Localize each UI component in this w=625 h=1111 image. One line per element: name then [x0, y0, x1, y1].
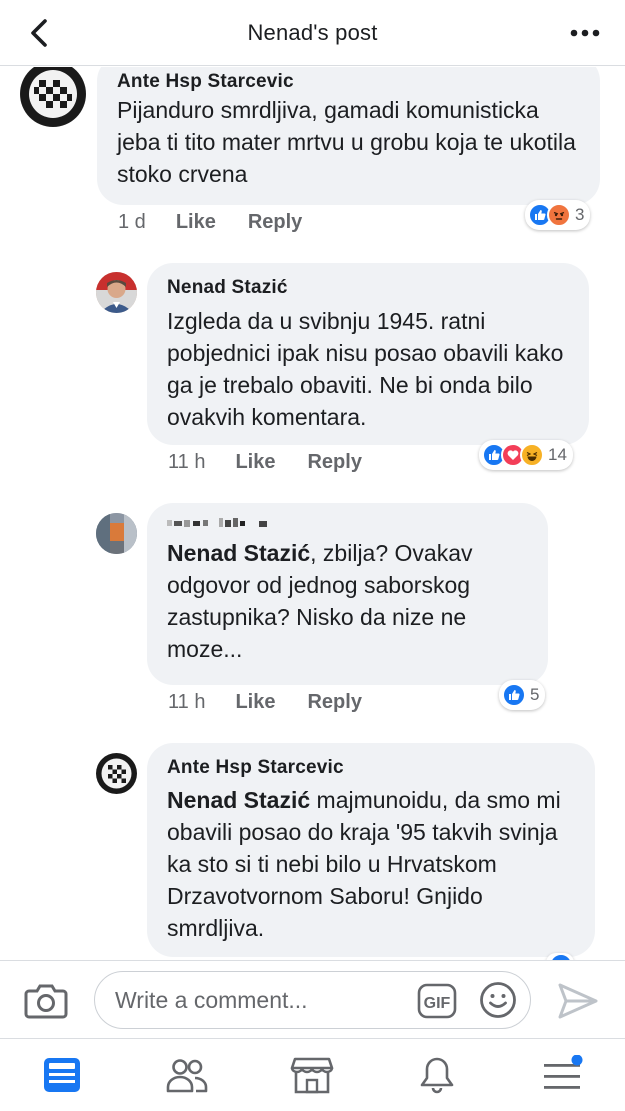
- comment-time: 11 h: [168, 451, 206, 473]
- menu-icon: [544, 1055, 583, 1089]
- avatar[interactable]: [96, 753, 137, 794]
- comment-text: Nenad Stazić majmunoidu, da smo mi obavi…: [167, 784, 581, 944]
- emoji-icon: [480, 982, 516, 1018]
- comment-time: 1 d: [118, 211, 146, 233]
- reaction-summary-partial[interactable]: [546, 953, 574, 960]
- nav-friends[interactable]: [162, 1053, 212, 1097]
- blurred-profile-photo-icon: [96, 513, 137, 554]
- comment-bubble[interactable]: Nenad Stazić Izgleda da u svibnju 1945. …: [147, 263, 589, 445]
- comment-text: Nenad Stazić, zbilja? Ovakav odgovor od …: [167, 537, 537, 665]
- camera-icon: [24, 984, 68, 1019]
- comment-author[interactable]: Ante Hsp Starcevic: [117, 70, 580, 94]
- comment-bubble[interactable]: Ante Hsp Starcevic Nenad Stazić majmunoi…: [147, 743, 595, 957]
- news-feed-icon: [44, 1058, 80, 1092]
- nav-notifications[interactable]: [412, 1053, 462, 1097]
- bottom-navigation: [0, 1038, 625, 1111]
- comment-author[interactable]: Nenad Stazić: [167, 276, 569, 300]
- nav-menu[interactable]: [537, 1053, 587, 1097]
- avatar[interactable]: [96, 513, 137, 554]
- club-logo-icon: [21, 67, 85, 126]
- like-button[interactable]: Like: [235, 691, 275, 714]
- gif-button[interactable]: GIF: [417, 983, 457, 1019]
- top-bar: Nenad's post: [0, 0, 625, 66]
- notifications-icon: [420, 1057, 454, 1094]
- profile-photo-icon: [96, 272, 137, 313]
- comment-actions: 1 d Like Reply: [118, 211, 302, 234]
- like-button[interactable]: Like: [235, 451, 275, 474]
- blurred-name-icon: [167, 518, 267, 527]
- emoji-button[interactable]: [479, 981, 517, 1019]
- comments-list: Ante Hsp Starcevic Pijanduro smrdljiva, …: [0, 67, 625, 960]
- menu-notification-dot: [571, 1055, 583, 1066]
- comment-bubble[interactable]: Ante Hsp Starcevic Pijanduro smrdljiva, …: [97, 67, 600, 205]
- nav-news-feed[interactable]: [37, 1053, 87, 1097]
- reaction-count: 3: [575, 205, 585, 224]
- nav-marketplace[interactable]: [287, 1053, 337, 1097]
- comment-actions: 11 h Like Reply: [168, 451, 362, 474]
- marketplace-icon: [290, 1057, 334, 1094]
- gif-label: GIF: [424, 995, 451, 1012]
- comment-text: Pijanduro smrdljiva, gamadi komunisticka…: [117, 97, 576, 187]
- mention-link[interactable]: Nenad Stazić: [167, 540, 310, 566]
- comment-author[interactable]: Ante Hsp Starcevic: [167, 756, 575, 780]
- blurred-author-name: [167, 513, 528, 533]
- club-logo-icon: [96, 753, 137, 794]
- reply-button[interactable]: Reply: [248, 211, 302, 234]
- reaction-summary[interactable]: 14: [479, 440, 573, 470]
- reaction-summary[interactable]: 3: [525, 200, 591, 230]
- comment-actions: 11 h Like Reply: [168, 691, 362, 714]
- avatar[interactable]: [96, 272, 137, 313]
- like-reaction-icon: [502, 683, 526, 707]
- comment-input[interactable]: [115, 984, 415, 1016]
- reaction-summary[interactable]: 5: [499, 680, 546, 710]
- reaction-count: 14: [548, 445, 567, 464]
- send-icon: [558, 983, 598, 1019]
- comment-time: 11 h: [168, 691, 206, 713]
- page-title: Nenad's post: [247, 20, 378, 45]
- avatar[interactable]: [20, 67, 86, 127]
- more-options-button[interactable]: [565, 20, 605, 46]
- gif-icon: GIF: [417, 983, 457, 1019]
- mention-link[interactable]: Nenad Stazić: [167, 787, 310, 813]
- like-button[interactable]: Like: [176, 211, 216, 234]
- reply-button[interactable]: Reply: [307, 451, 361, 474]
- comment-composer: GIF: [0, 960, 625, 1038]
- camera-button[interactable]: [24, 981, 68, 1021]
- more-dots-icon: [570, 29, 600, 37]
- reply-button[interactable]: Reply: [307, 691, 361, 714]
- comment-box[interactable]: GIF: [94, 971, 531, 1029]
- friends-icon: [166, 1059, 208, 1093]
- reaction-count: 5: [530, 685, 540, 704]
- haha-reaction-icon: [520, 443, 544, 467]
- send-button[interactable]: [556, 981, 600, 1021]
- comment-text: Izgleda da u svibnju 1945. ratni pobjedn…: [167, 308, 564, 430]
- angry-reaction-icon: [547, 203, 571, 227]
- comment-bubble[interactable]: Nenad Stazić, zbilja? Ovakav odgovor od …: [147, 503, 548, 685]
- like-reaction-icon: [549, 953, 573, 960]
